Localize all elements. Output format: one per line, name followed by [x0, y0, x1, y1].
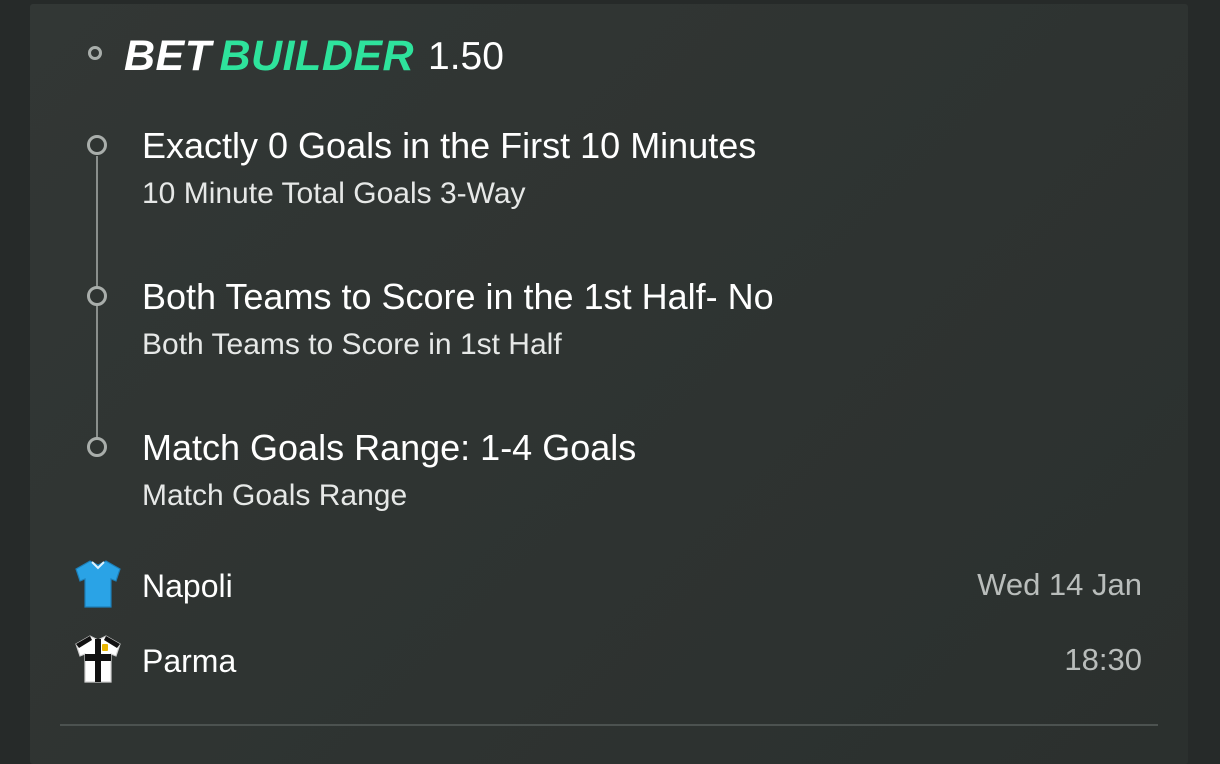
- selection-title: Exactly 0 Goals in the First 10 Minutes: [142, 125, 757, 166]
- selection-market: 10 Minute Total Goals 3-Way: [142, 177, 526, 210]
- bet-builder-card[interactable]: BET BUILDER 1.50 Exactly 0 Goals in the F…: [30, 4, 1188, 764]
- bet-builder-header: BET BUILDER 1.50: [30, 4, 1188, 108]
- home-team-row: Napoli Wed 14 Jan: [30, 556, 1188, 616]
- header-timeline-dot-icon: [88, 46, 102, 60]
- away-team-name: Parma: [142, 643, 237, 679]
- brand-word-builder: BUILDER: [219, 32, 415, 80]
- combined-odds: 1.50: [428, 35, 504, 78]
- selection-dot-icon: [87, 135, 107, 155]
- match-date: Wed 14 Jan: [977, 567, 1142, 602]
- selection-item: Both Teams to Score in the 1st Half- No …: [30, 265, 1188, 385]
- selection-item: Exactly 0 Goals in the First 10 Minutes …: [30, 114, 1188, 234]
- brand-word-bet: BET: [124, 32, 212, 80]
- away-team-row: Parma 18:30: [30, 631, 1188, 691]
- card-divider: [60, 724, 1158, 726]
- selection-title: Match Goals Range: 1-4 Goals: [142, 427, 637, 468]
- selection-title: Both Teams to Score in the 1st Half- No: [142, 276, 774, 317]
- selection-dot-icon: [87, 286, 107, 306]
- bet-builder-logo: BET BUILDER: [124, 34, 414, 78]
- napoli-kit-icon: [75, 560, 121, 608]
- home-team-name: Napoli: [142, 568, 233, 604]
- match-time: 18:30: [1064, 642, 1142, 677]
- selection-market: Both Teams to Score in 1st Half: [142, 328, 562, 361]
- selection-dot-icon: [87, 437, 107, 457]
- selection-market: Match Goals Range: [142, 479, 408, 512]
- parma-kit-icon: [75, 635, 121, 683]
- selection-item: Match Goals Range: 1-4 Goals Match Goals…: [30, 416, 1188, 536]
